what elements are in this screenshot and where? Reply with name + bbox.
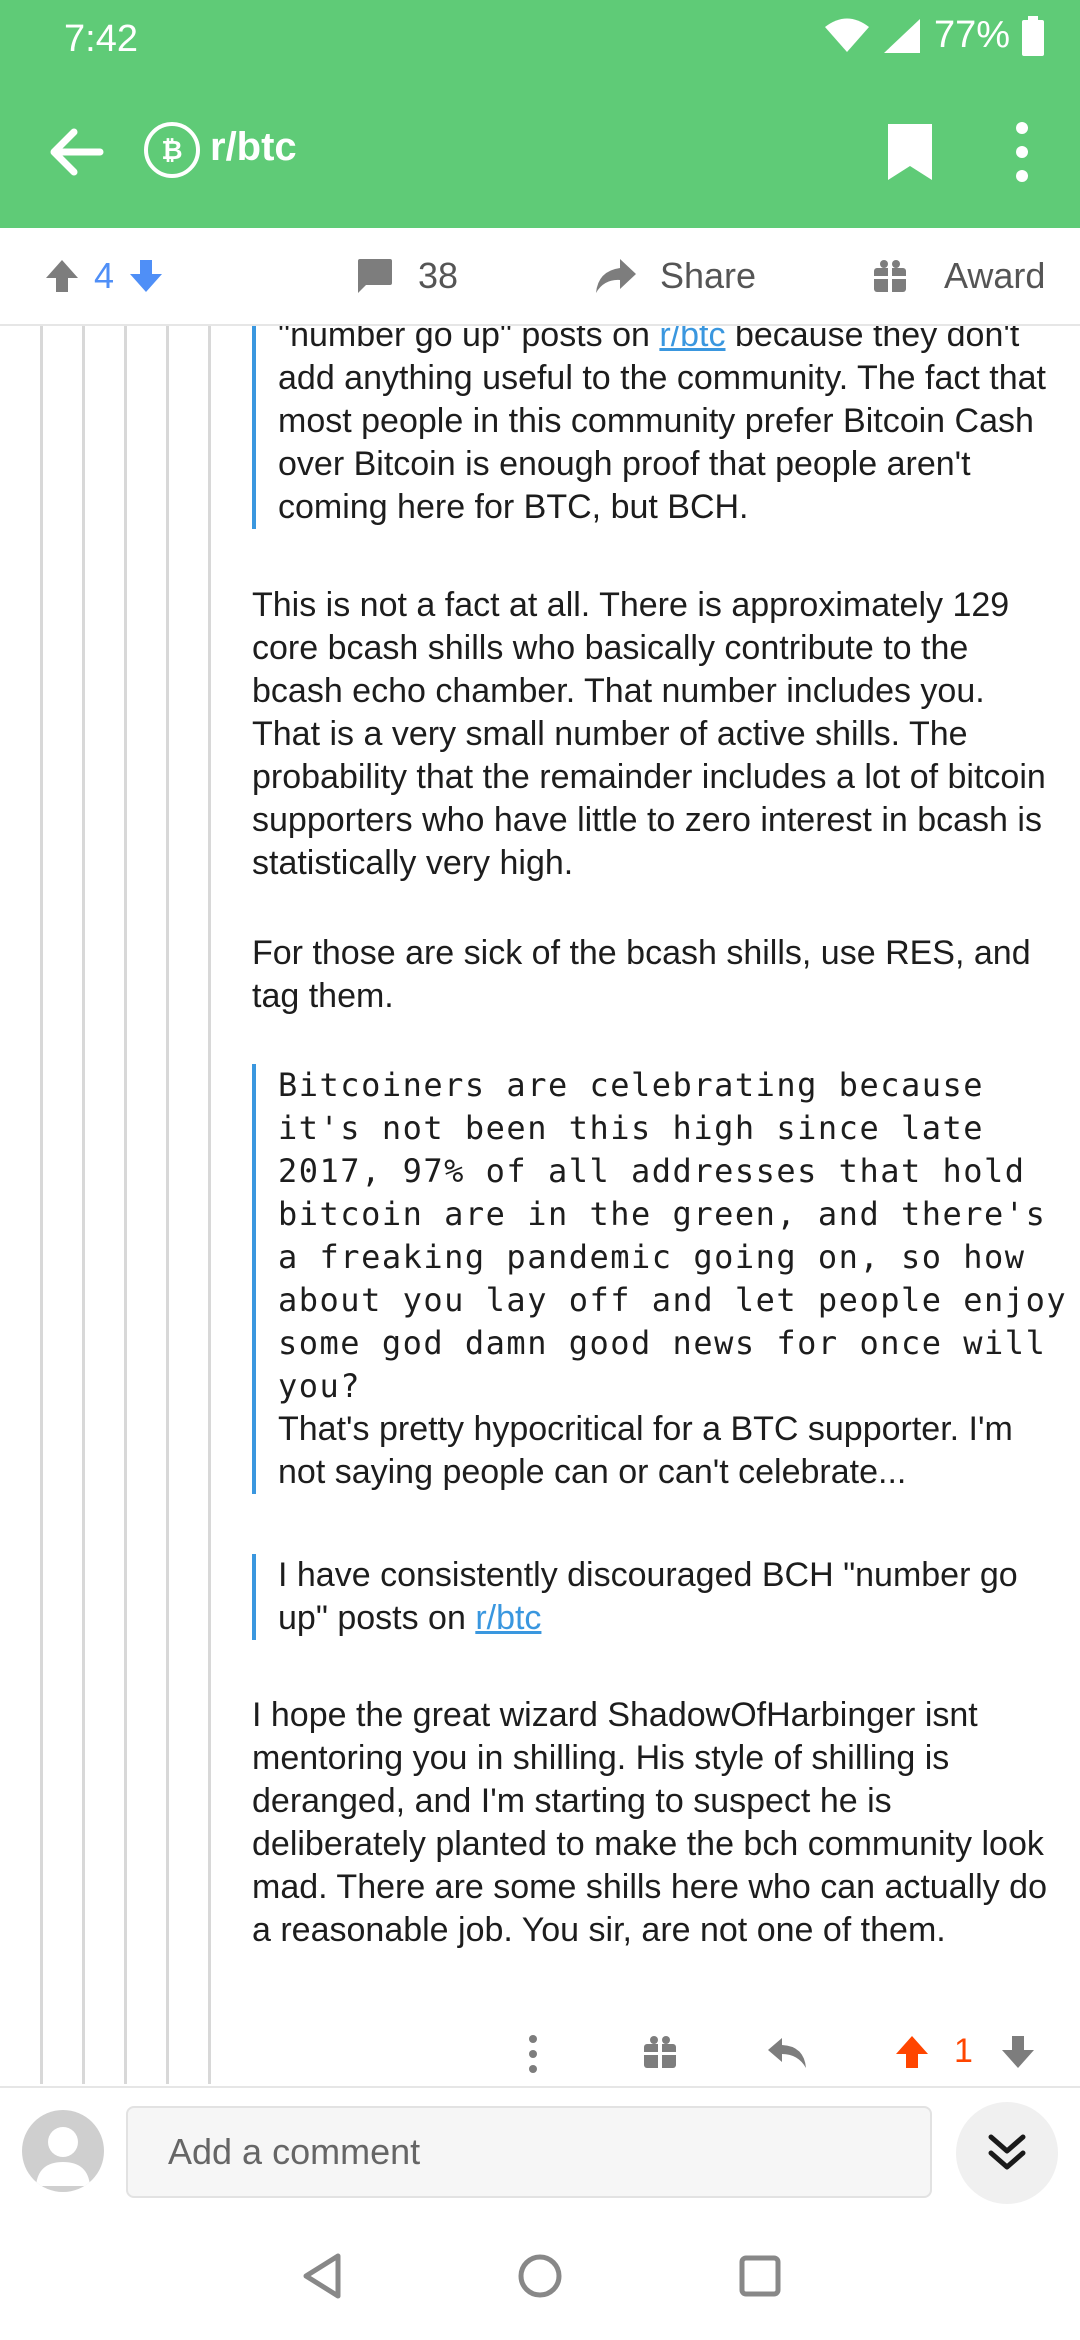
comment-actions: 1 <box>0 2026 1080 2086</box>
status-icons: 77% <box>824 14 1044 57</box>
app-bar: ₿ r/btc <box>0 92 1080 212</box>
comments-count: 38 <box>418 255 459 296</box>
thread-line[interactable] <box>124 326 127 2084</box>
wifi-icon <box>824 18 869 52</box>
battery-icon <box>1022 15 1044 56</box>
more-options-icon[interactable] <box>526 2034 540 2074</box>
back-arrow-icon[interactable] <box>40 116 112 188</box>
double-chevron-down-icon <box>988 2134 1026 2170</box>
nav-recents-icon[interactable] <box>730 2246 790 2306</box>
user-icon <box>36 2127 90 2186</box>
comment-bubble-icon <box>358 259 392 293</box>
upvote-arrow-icon[interactable] <box>894 2034 930 2070</box>
share-button[interactable]: Share <box>594 228 756 324</box>
battery-percent: 77% <box>933 14 1010 56</box>
reply-icon[interactable] <box>766 2034 808 2070</box>
subreddit-link[interactable]: r/btc <box>659 326 725 354</box>
subreddit-icon[interactable]: ₿ <box>144 122 200 178</box>
nav-back-icon[interactable] <box>292 2246 352 2306</box>
thread-line[interactable] <box>40 326 43 2084</box>
quote-code-text: Bitcoiners are celebrating because it's … <box>278 1066 1068 1405</box>
quote-text: "number go up" posts on r/btc because th… <box>278 326 1068 529</box>
block-quote: I have consistently discouraged BCH "num… <box>252 1554 1068 1640</box>
more-options-icon[interactable] <box>1008 120 1036 184</box>
comment-paragraph: This is not a fact at all. There is appr… <box>252 586 1046 882</box>
bookmark-icon[interactable] <box>886 122 934 182</box>
top-bar: 7:42 77% ₿ r/btc <box>0 0 1080 228</box>
award-button[interactable]: Award <box>872 228 1045 324</box>
thread-line[interactable] <box>166 326 169 2084</box>
comment-thread: "number go up" posts on r/btc because th… <box>0 326 1080 2084</box>
gift-icon[interactable] <box>642 2034 678 2070</box>
share-label: Share <box>660 255 757 296</box>
award-label: Award <box>944 255 1046 296</box>
comment-paragraph: I hope the great wizard ShadowOfHarbinge… <box>252 1696 1047 1949</box>
comment-paragraph: For those are sick of the bcash shills, … <box>252 934 1031 1015</box>
block-quote: Bitcoiners are celebrating because it's … <box>252 1064 1068 1494</box>
post-vote-group: 4 <box>44 228 164 324</box>
add-comment-input[interactable]: Add a comment <box>126 2106 932 2198</box>
collapse-button[interactable] <box>956 2102 1058 2204</box>
subreddit-link[interactable]: r/btc <box>475 1599 541 1637</box>
upvote-arrow-icon[interactable] <box>44 258 80 294</box>
block-quote: "number go up" posts on r/btc because th… <box>252 326 1068 529</box>
comment-composer: Add a comment <box>0 2086 1080 2218</box>
thread-line[interactable] <box>208 326 211 2084</box>
status-bar: 7:42 77% <box>0 0 1080 78</box>
status-time: 7:42 <box>64 18 138 60</box>
post-action-bar: 4 38 Share Award <box>0 228 1080 326</box>
cell-signal-icon <box>883 18 920 53</box>
downvote-arrow-icon[interactable] <box>1000 2034 1036 2070</box>
nav-home-icon[interactable] <box>510 2246 570 2306</box>
post-score: 4 <box>94 255 115 296</box>
comment-score: 1 <box>954 2032 973 2070</box>
avatar[interactable] <box>22 2110 104 2192</box>
subreddit-name[interactable]: r/btc <box>210 125 297 170</box>
gift-icon <box>874 260 906 292</box>
quote-text: That's pretty hypocritical for a BTC sup… <box>278 1410 1013 1491</box>
share-arrow-icon <box>596 259 636 293</box>
downvote-arrow-icon[interactable] <box>128 258 164 294</box>
system-nav-bar <box>0 2216 1080 2340</box>
comments-button[interactable]: 38 <box>354 228 458 324</box>
quote-text: I have consistently discouraged BCH "num… <box>278 1556 1018 1637</box>
thread-line[interactable] <box>82 326 85 2084</box>
